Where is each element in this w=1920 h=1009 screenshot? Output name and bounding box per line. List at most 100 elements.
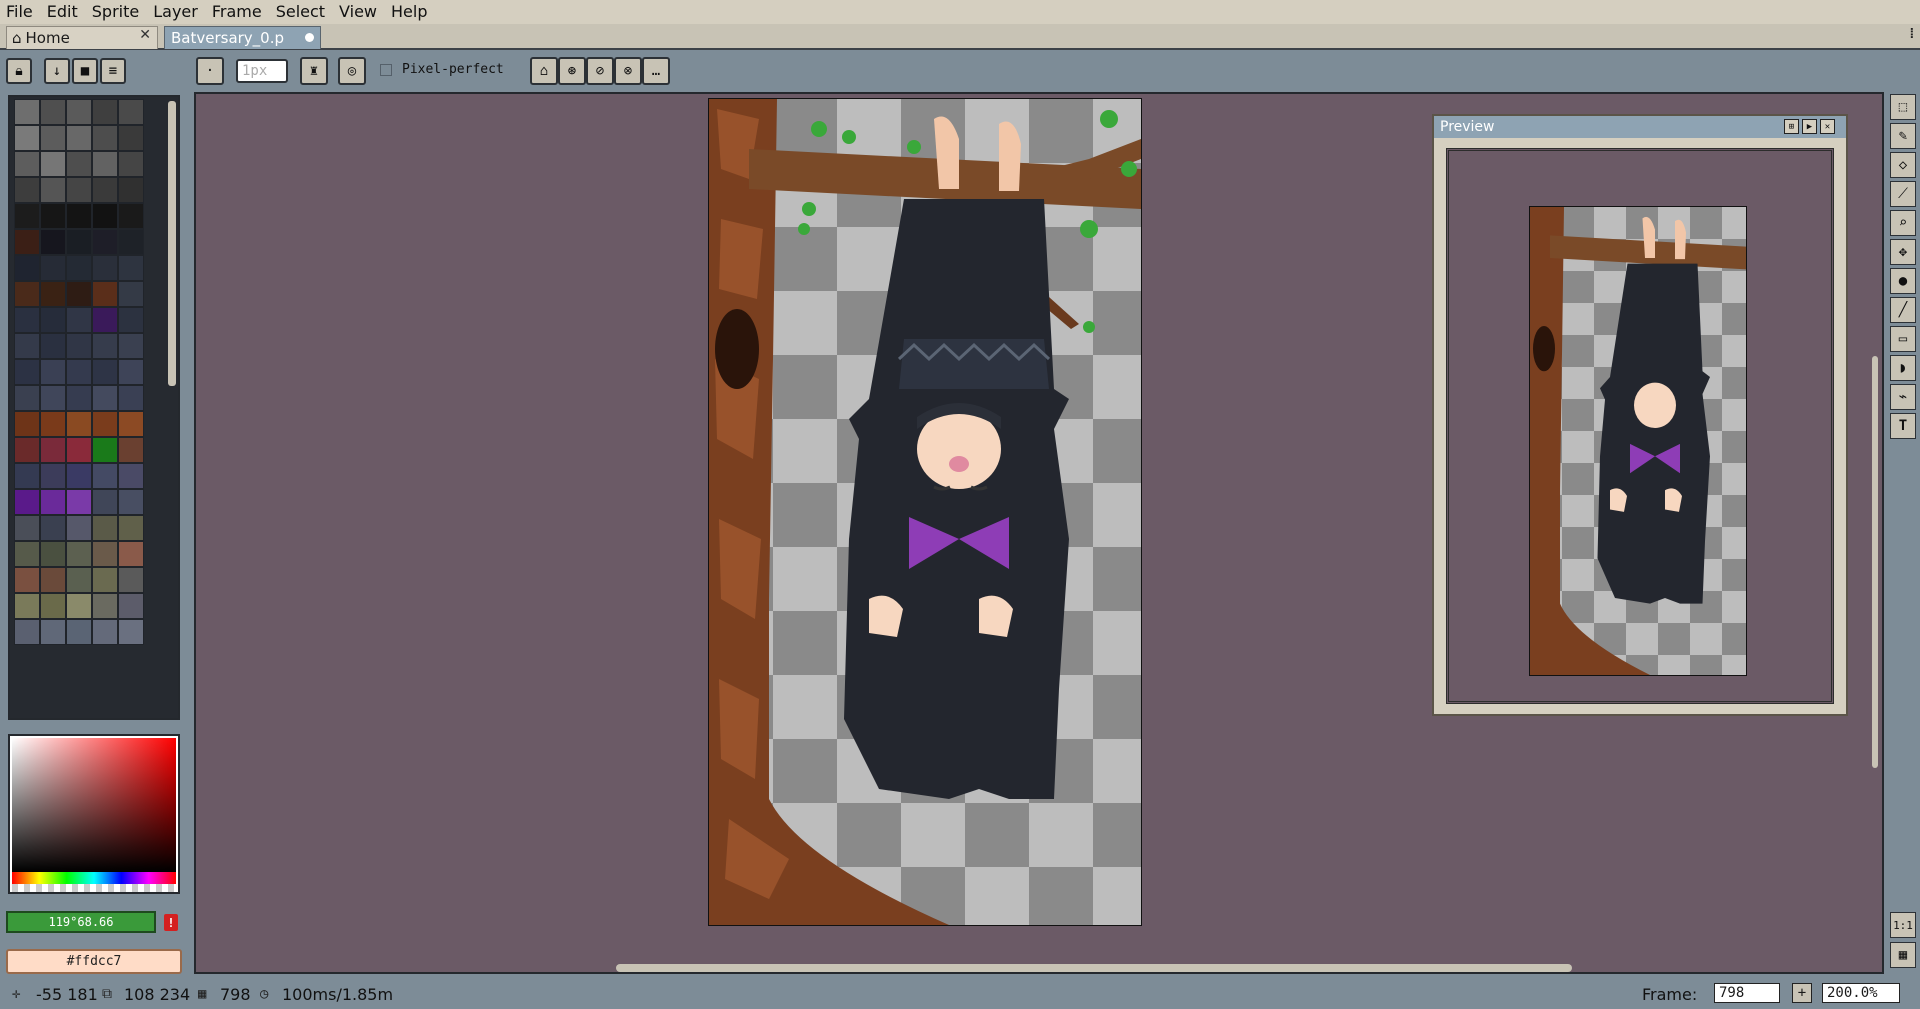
palette-swatch[interactable] <box>92 489 118 515</box>
horizontal-scrollbar[interactable] <box>616 964 1572 972</box>
palette-swatch[interactable] <box>92 463 118 489</box>
palette-swatch[interactable] <box>66 411 92 437</box>
tab-document[interactable]: Batversary_0.p <box>164 26 321 49</box>
palette-swatch[interactable] <box>66 515 92 541</box>
palette-swatch[interactable] <box>66 177 92 203</box>
palette-swatch[interactable] <box>118 281 144 307</box>
palette-swatch[interactable] <box>14 437 40 463</box>
palette-swatch[interactable] <box>118 151 144 177</box>
palette-swatch[interactable] <box>40 385 66 411</box>
zoom-input[interactable]: 200.0% <box>1822 983 1900 1003</box>
palette-swatch[interactable] <box>92 437 118 463</box>
palette-swatch[interactable] <box>92 307 118 333</box>
timeline-icon[interactable]: ▦ <box>1890 942 1916 968</box>
palette-swatch[interactable] <box>66 541 92 567</box>
palette-swatch[interactable] <box>92 333 118 359</box>
palette-swatch[interactable] <box>14 281 40 307</box>
palette-swatch[interactable] <box>66 255 92 281</box>
play-icon[interactable]: ▶ <box>1802 119 1817 134</box>
palette-swatch[interactable] <box>118 125 144 151</box>
palette-swatch[interactable] <box>92 99 118 125</box>
rectangle-tool-icon[interactable]: ▭ <box>1890 326 1916 352</box>
palette-swatch[interactable] <box>40 281 66 307</box>
line-tool-icon[interactable]: ╱ <box>1890 297 1916 323</box>
palette-swatch[interactable] <box>14 567 40 593</box>
paint-bucket-tool-icon[interactable]: ● <box>1890 268 1916 294</box>
saturation-value-field[interactable] <box>12 738 176 872</box>
palette-swatch[interactable] <box>66 151 92 177</box>
brush-size-input[interactable]: 1px <box>236 59 288 83</box>
palette-swatch[interactable] <box>40 463 66 489</box>
palette-swatch[interactable] <box>118 411 144 437</box>
preview-window[interactable]: Preview ⊞ ▶ ✕ <box>1432 114 1848 716</box>
fit-screen-icon[interactable]: ⊞ <box>1784 119 1799 134</box>
palette-swatch[interactable] <box>40 619 66 645</box>
palette-swatch[interactable] <box>40 151 66 177</box>
palette-swatch[interactable] <box>66 619 92 645</box>
palette-swatch[interactable] <box>14 411 40 437</box>
palette-swatch[interactable] <box>92 541 118 567</box>
palette-swatch[interactable] <box>118 515 144 541</box>
menu-edit[interactable]: Edit <box>40 0 85 24</box>
palette-swatch[interactable] <box>40 229 66 255</box>
palette-swatch[interactable] <box>92 359 118 385</box>
palette-swatch[interactable] <box>40 541 66 567</box>
ink-icon[interactable]: ♜ <box>300 57 328 85</box>
warning-icon[interactable]: ! <box>164 914 178 931</box>
vertical-scrollbar[interactable] <box>1872 356 1878 768</box>
palette-swatch[interactable] <box>92 177 118 203</box>
palette-swatch[interactable] <box>92 229 118 255</box>
palette-swatch[interactable] <box>40 125 66 151</box>
menu-file[interactable]: File <box>0 0 40 24</box>
palette-swatch[interactable] <box>118 541 144 567</box>
palette-swatch[interactable] <box>14 307 40 333</box>
palette-swatch[interactable] <box>40 99 66 125</box>
actual-size-icon[interactable]: 1:1 <box>1890 912 1916 938</box>
palette-swatch[interactable] <box>14 333 40 359</box>
menu-view[interactable]: View <box>332 0 384 24</box>
square-icon[interactable]: ■ <box>72 58 98 84</box>
palette-swatch[interactable] <box>40 307 66 333</box>
palette-swatch[interactable] <box>40 255 66 281</box>
add-frame-icon[interactable]: + <box>1792 983 1812 1003</box>
eyedropper-tool-icon[interactable]: ⟋ <box>1890 181 1916 207</box>
palette-swatch[interactable] <box>14 463 40 489</box>
marquee-tool-icon[interactable]: ⬚ <box>1890 94 1916 120</box>
palette-swatch[interactable] <box>92 125 118 151</box>
palette-swatch[interactable] <box>66 489 92 515</box>
palette-swatch[interactable] <box>118 593 144 619</box>
menu-lines-icon[interactable]: ≡ <box>100 58 126 84</box>
menu-frame[interactable]: Frame <box>205 0 269 24</box>
palette-swatch[interactable] <box>118 437 144 463</box>
modified-dot-icon[interactable] <box>305 33 314 42</box>
pixel-perfect-checkbox[interactable] <box>380 64 392 76</box>
palette-swatch[interactable] <box>14 359 40 385</box>
palette-swatch[interactable] <box>14 255 40 281</box>
menu-layer[interactable]: Layer <box>146 0 205 24</box>
palette-swatch[interactable] <box>118 177 144 203</box>
palette-swatch[interactable] <box>118 359 144 385</box>
stroke-icon[interactable]: ⊘ <box>586 57 614 85</box>
palette-swatch[interactable] <box>40 333 66 359</box>
palette-swatch[interactable] <box>66 229 92 255</box>
palette-swatch[interactable] <box>14 203 40 229</box>
palette-scrollbar[interactable] <box>168 101 176 386</box>
menu-sprite[interactable]: Sprite <box>85 0 146 24</box>
palette-swatch[interactable] <box>14 489 40 515</box>
palette-swatch[interactable] <box>14 99 40 125</box>
palette-swatch[interactable] <box>14 177 40 203</box>
palette-swatch[interactable] <box>118 463 144 489</box>
palette-swatch[interactable] <box>118 229 144 255</box>
palette-swatch[interactable] <box>118 255 144 281</box>
palette-swatch[interactable] <box>92 411 118 437</box>
palette-swatch[interactable] <box>92 593 118 619</box>
palette-swatch[interactable] <box>66 281 92 307</box>
palette-swatch[interactable] <box>92 151 118 177</box>
tab-home[interactable]: ⌂ Home ✕ <box>6 26 158 49</box>
palette-swatch[interactable] <box>66 567 92 593</box>
close-icon[interactable]: ✕ <box>1820 119 1835 134</box>
palette-swatch[interactable] <box>66 125 92 151</box>
tab-list-icon[interactable]: ⁞ <box>1908 26 1916 43</box>
more-options-icon[interactable]: … <box>642 57 670 85</box>
palette-swatch[interactable] <box>66 359 92 385</box>
